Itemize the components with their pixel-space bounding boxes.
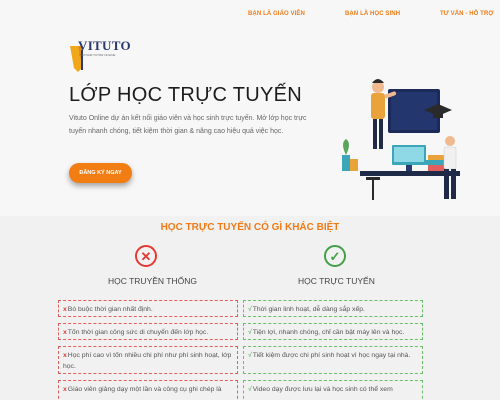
hero-title: LỚP HỌC TRỰC TUYẾN — [69, 84, 303, 106]
logo-tagline: VIETNAM TUTOR ONLINE — [79, 53, 116, 57]
nav-support-link[interactable]: TƯ VẤN - HỖ TRỢ — [440, 11, 494, 17]
online-item: √Tiết kiệm được chi phí sinh hoạt vì học… — [243, 346, 423, 374]
logo-text: VITUTO — [78, 38, 131, 53]
online-class-illustration — [342, 79, 460, 200]
online-item-text: Tiết kiệm được chi phí sinh hoạt vì học … — [252, 352, 411, 359]
online-item-text: Video dạy được lưu lại và học sinh có th… — [252, 386, 393, 393]
traditional-item-text: Bó buộc thời gian nhất định. — [67, 306, 153, 313]
check-mark-icon: √ — [248, 352, 252, 359]
traditional-item-text: Học phí cao vì tốn nhiều chi phí như phí… — [63, 352, 232, 370]
cross-mark-icon: x — [63, 329, 67, 336]
check-circle-icon: ✓ — [324, 245, 346, 267]
traditional-heading: HỌC TRUYỀN THỐNG — [108, 276, 197, 286]
traditional-item-text: Giáo viên giảng dạy một lần và công cụ g… — [67, 386, 222, 393]
comparison-section: HỌC TRỰC TUYẾN CÓ GÌ KHÁC BIỆT ✕ ✓ HỌC T… — [0, 216, 500, 400]
traditional-item: xBó buộc thời gian nhất định. — [58, 300, 238, 317]
traditional-item: xTốn thời gian công sức di chuyển đến lớ… — [58, 323, 238, 340]
traditional-item: xGiáo viên giảng dạy một lần và công cụ … — [58, 380, 238, 400]
online-item-text: Thời gian linh hoạt, dễ dàng sắp xếp. — [252, 306, 365, 313]
check-mark-icon: √ — [248, 306, 252, 313]
register-now-button[interactable]: ĐĂNG KÝ NGAY — [69, 163, 132, 183]
online-item: √Tiện lợi, nhanh chóng, chỉ cần bật máy … — [243, 323, 423, 340]
cross-mark-icon: x — [63, 386, 67, 393]
hero-description: Vituto Online dự án kết nối giáo viên và… — [69, 115, 307, 135]
nav-student-link[interactable]: BẠN LÀ HỌC SINH — [345, 11, 400, 17]
online-item: √Video dạy được lưu lại và học sinh có t… — [243, 380, 423, 400]
check-mark-icon: √ — [248, 386, 252, 393]
online-item: √Thời gian linh hoạt, dễ dàng sắp xếp. — [243, 300, 423, 317]
hero-section: VITUTO VIETNAM TUTOR ONLINE LỚP HỌC TRỰC… — [0, 30, 500, 216]
cross-mark-icon: x — [63, 352, 67, 359]
check-mark-icon: √ — [248, 329, 252, 336]
nav-teacher-link[interactable]: BẠN LÀ GIÁO VIÊN — [248, 11, 305, 17]
traditional-item-text: Tốn thời gian công sức di chuyển đến lớp… — [67, 329, 209, 336]
traditional-item: xHọc phí cao vì tốn nhiều chi phí như ph… — [58, 346, 238, 374]
comparison-title: HỌC TRỰC TUYẾN CÓ GÌ KHÁC BIỆT — [160, 222, 340, 233]
cross-mark-icon: x — [63, 306, 67, 313]
online-item-text: Tiện lợi, nhanh chóng, chỉ cần bật máy l… — [252, 329, 405, 336]
online-heading: HỌC TRỰC TUYẾN — [298, 276, 375, 286]
cross-circle-icon: ✕ — [135, 245, 157, 267]
top-nav: BẠN LÀ GIÁO VIÊN BẠN LÀ HỌC SINH TƯ VẤN … — [0, 0, 500, 30]
